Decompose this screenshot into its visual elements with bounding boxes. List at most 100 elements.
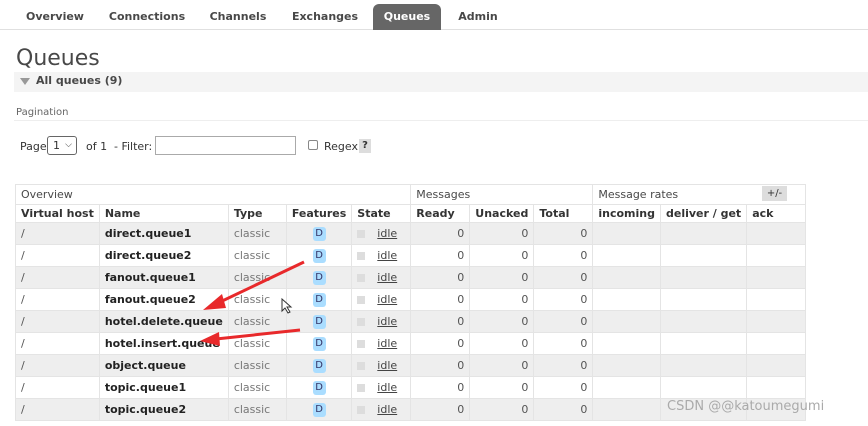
- queue-name-link[interactable]: direct.queue1: [98, 222, 229, 245]
- tab-channels[interactable]: Channels: [202, 4, 274, 30]
- cell-ack: [746, 332, 807, 355]
- tab-connections[interactable]: Connections: [104, 4, 190, 30]
- cell-total: 0: [533, 398, 594, 421]
- regex-checkbox[interactable]: [308, 140, 318, 150]
- table-row[interactable]: / direct.queue1 classic Didle 0 0 0: [15, 222, 807, 245]
- column-header-unacked[interactable]: Unacked: [469, 204, 535, 223]
- cell-incoming: [592, 288, 661, 311]
- queue-name-link[interactable]: object.queue: [98, 354, 229, 377]
- cell-features: D: [285, 398, 353, 421]
- page-select[interactable]: 1 ⌵: [47, 136, 77, 155]
- durable-badge: D: [312, 227, 326, 241]
- queue-name-link[interactable]: fanout.queue2: [98, 288, 229, 311]
- column-header-ready[interactable]: Ready: [410, 204, 471, 223]
- column-header-ack[interactable]: ack: [746, 204, 807, 223]
- state-indicator-icon: [357, 274, 366, 282]
- cell-ready: 0: [410, 288, 471, 311]
- regex-label: Regex: [324, 140, 358, 153]
- column-header-type[interactable]: Type: [227, 204, 287, 223]
- queue-name-link[interactable]: topic.queue1: [98, 376, 229, 399]
- state-text: idle: [377, 293, 398, 306]
- column-header-features[interactable]: Features: [285, 204, 353, 223]
- durable-badge: D: [312, 359, 326, 373]
- tab-exchanges[interactable]: Exchanges: [285, 4, 365, 30]
- cell-ack: [746, 376, 807, 399]
- cell-state: idle: [351, 222, 412, 245]
- queue-name-link[interactable]: fanout.queue1: [98, 266, 229, 289]
- cell-type: classic: [227, 310, 287, 333]
- cell-ready: 0: [410, 398, 471, 421]
- durable-badge: D: [312, 381, 326, 395]
- cell-features: D: [285, 244, 353, 267]
- column-header-deliver-get[interactable]: deliver / get: [659, 204, 748, 223]
- cell-unacked: 0: [469, 398, 535, 421]
- cell-unacked: 0: [469, 376, 535, 399]
- tab-queues[interactable]: Queues: [373, 4, 441, 30]
- all-queues-section-toggle[interactable]: All queues (9): [14, 72, 868, 92]
- cell-virtual-host: /: [15, 332, 100, 355]
- filter-input[interactable]: [155, 136, 296, 155]
- durable-badge: D: [312, 293, 326, 307]
- filter-label: - Filter:: [114, 140, 153, 153]
- table-row[interactable]: / object.queue classic Didle 0 0 0: [15, 354, 807, 377]
- cell-incoming: [592, 332, 661, 355]
- durable-badge: D: [312, 249, 326, 263]
- state-text: idle: [377, 227, 398, 240]
- cell-incoming: [592, 222, 661, 245]
- cell-type: classic: [227, 354, 287, 377]
- cell-ack: [746, 244, 807, 267]
- queue-name-link[interactable]: topic.queue2: [98, 398, 229, 421]
- page-title: Queues: [16, 46, 100, 71]
- state-text: idle: [377, 315, 398, 328]
- page-select-value: 1: [53, 139, 60, 152]
- cell-type: classic: [227, 222, 287, 245]
- table-row[interactable]: / fanout.queue1 classic Didle 0 0 0: [15, 266, 807, 289]
- page-of-label: of 1: [86, 140, 108, 153]
- cell-virtual-host: /: [15, 376, 100, 399]
- cell-features: D: [285, 266, 353, 289]
- column-header-name[interactable]: Name: [98, 204, 229, 223]
- table-row[interactable]: / hotel.delete.queue classic Didle 0 0 0: [15, 310, 807, 333]
- cell-features: D: [285, 222, 353, 245]
- cell-total: 0: [533, 244, 594, 267]
- column-header-incoming[interactable]: incoming: [592, 204, 661, 223]
- durable-badge: D: [312, 337, 326, 351]
- regex-help-button[interactable]: ?: [359, 139, 371, 153]
- durable-badge: D: [312, 403, 326, 417]
- table-row[interactable]: / hotel.insert.queue classic Didle 0 0 0: [15, 332, 807, 355]
- table-row[interactable]: / direct.queue2 classic Didle 0 0 0: [15, 244, 807, 267]
- queue-name-link[interactable]: direct.queue2: [98, 244, 229, 267]
- columns-toggle-button[interactable]: +/-: [762, 186, 787, 201]
- tab-overview[interactable]: Overview: [18, 4, 92, 30]
- cell-state: idle: [351, 354, 412, 377]
- table-row[interactable]: / fanout.queue2 classic Didle 0 0 0: [15, 288, 807, 311]
- cell-unacked: 0: [469, 354, 535, 377]
- cell-ready: 0: [410, 354, 471, 377]
- cell-total: 0: [533, 310, 594, 333]
- cell-type: classic: [227, 376, 287, 399]
- column-header-virtual-host[interactable]: Virtual host: [15, 204, 100, 223]
- group-header-messages: Messages: [410, 184, 594, 205]
- cell-unacked: 0: [469, 266, 535, 289]
- cell-deliver-get: [659, 266, 748, 289]
- queue-name-link[interactable]: hotel.delete.queue: [98, 310, 229, 333]
- cell-type: classic: [227, 288, 287, 311]
- column-header-state[interactable]: State: [351, 204, 412, 223]
- cell-incoming: [592, 376, 661, 399]
- cell-total: 0: [533, 288, 594, 311]
- cell-unacked: 0: [469, 244, 535, 267]
- cell-virtual-host: /: [15, 354, 100, 377]
- state-indicator-icon: [357, 406, 366, 414]
- cell-features: D: [285, 310, 353, 333]
- watermark: CSDN @@katoumegumi: [667, 399, 825, 414]
- all-queues-label: All queues (9): [36, 74, 123, 87]
- cell-incoming: [592, 398, 661, 421]
- cell-ready: 0: [410, 266, 471, 289]
- cell-virtual-host: /: [15, 288, 100, 311]
- queue-name-link[interactable]: hotel.insert.queue: [98, 332, 229, 355]
- divider: [14, 120, 868, 121]
- tab-admin[interactable]: Admin: [450, 4, 506, 30]
- table-row[interactable]: / topic.queue1 classic Didle 0 0 0: [15, 376, 807, 399]
- cell-virtual-host: /: [15, 244, 100, 267]
- column-header-total[interactable]: Total: [533, 204, 594, 223]
